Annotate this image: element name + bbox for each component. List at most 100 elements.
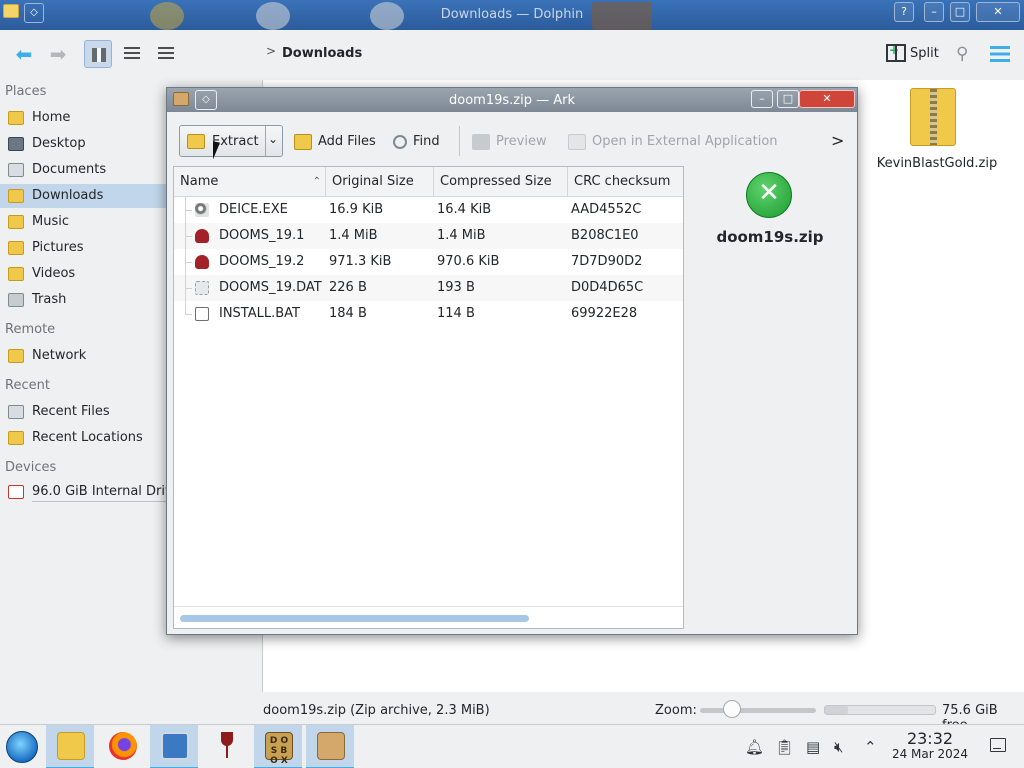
column-header-name[interactable]: Name ⌃ <box>174 167 326 197</box>
ark-close-button[interactable]: ✕ <box>799 90 855 108</box>
add-files-button[interactable]: Add Files <box>294 132 376 152</box>
breadcrumb-chevron-icon[interactable]: > <box>266 44 276 58</box>
battery-icon[interactable]: ▤ <box>806 738 820 756</box>
place-music[interactable]: Music <box>0 210 168 234</box>
cell-name: DOOMS_19.1 <box>219 228 305 243</box>
task-system-monitor[interactable] <box>150 725 198 768</box>
hamburger-menu-icon[interactable] <box>990 46 1010 62</box>
toolbar-separator <box>459 126 460 156</box>
horizontal-scrollbar[interactable] <box>180 615 529 622</box>
forward-button[interactable]: ➡ <box>44 40 72 68</box>
trash-icon <box>8 293 24 307</box>
search-icon[interactable]: ⚲ <box>956 44 968 64</box>
find-label: Find <box>413 134 440 149</box>
status-text: doom19s.zip (Zip archive, 2.3 MiB) <box>263 703 490 718</box>
chevron-right-icon[interactable]: > <box>831 131 844 150</box>
place-label: Recent Files <box>32 404 110 419</box>
task-firefox[interactable] <box>98 725 146 768</box>
place-label: Downloads <box>32 188 104 203</box>
chevron-up-icon[interactable]: ⌃ <box>864 738 877 756</box>
tree-line <box>185 262 192 263</box>
task-file-manager[interactable] <box>46 725 94 768</box>
maximize-button[interactable]: □ <box>950 2 970 22</box>
preview-icon <box>472 133 490 150</box>
compact-view-icon <box>124 47 140 61</box>
task-ark[interactable] <box>306 725 354 768</box>
arrow-left-icon: ⬅ <box>15 42 33 66</box>
find-icon <box>393 134 407 149</box>
place-home[interactable]: Home <box>0 106 168 130</box>
table-row[interactable]: INSTALL.BAT 184 B 114 B 69922E28 <box>174 301 683 327</box>
column-header-original-size[interactable]: Original Size <box>326 167 434 197</box>
start-menu-button[interactable] <box>6 731 38 763</box>
firefox-icon <box>109 732 137 760</box>
dosbox-icon: D OS BO X <box>265 732 293 766</box>
column-header-crc[interactable]: CRC checksum <box>568 167 683 197</box>
clipboard-icon[interactable]: 📋︎ <box>775 738 794 756</box>
place-documents[interactable]: Documents <box>0 158 168 182</box>
split-button[interactable]: Split <box>886 43 939 66</box>
pictures-folder-icon <box>8 241 24 255</box>
extract-icon <box>187 134 205 149</box>
ark-toolbar: Extract ⌄ Add Files Find Preview Open in… <box>167 112 857 170</box>
split-view-icon <box>886 43 906 62</box>
zoom-slider[interactable] <box>700 708 816 713</box>
compact-view-button[interactable] <box>118 40 146 68</box>
place-recent-locations[interactable]: Recent Locations <box>0 426 168 450</box>
clock-time[interactable]: 23:32 <box>902 729 958 748</box>
place-recent-files[interactable]: Recent Files <box>0 400 168 424</box>
table-row[interactable]: DOOMS_19.2 971.3 KiB 970.6 KiB 7D7D90D2 <box>174 249 683 275</box>
cell-original-size: 1.4 MiB <box>329 228 378 243</box>
task-wine[interactable] <box>202 725 250 768</box>
column-label: Original Size <box>332 174 414 189</box>
zip-folder-icon[interactable] <box>910 88 956 146</box>
chevron-down-icon[interactable]: ⌄ <box>268 132 278 146</box>
back-button[interactable]: ⬅ <box>10 40 38 68</box>
archive-name: doom19s.zip <box>716 228 824 246</box>
place-desktop[interactable]: Desktop <box>0 132 168 156</box>
close-button[interactable]: ✕ <box>976 2 1020 22</box>
preview-button[interactable]: Preview <box>472 132 547 152</box>
ark-maximize-button[interactable]: □ <box>777 90 799 108</box>
place-downloads[interactable]: Downloads <box>0 184 168 208</box>
add-files-label: Add Files <box>318 134 376 149</box>
zoom-slider-handle[interactable] <box>723 700 741 718</box>
ark-minimize-button[interactable]: – <box>751 90 773 108</box>
table-row[interactable]: DOOMS_19.1 1.4 MiB 1.4 MiB B208C1E0 <box>174 223 683 249</box>
separator <box>265 126 266 156</box>
mouse-cursor <box>213 141 220 161</box>
volume-muted-icon[interactable]: 🔇︎ <box>834 738 843 756</box>
add-files-icon <box>294 133 312 150</box>
open-external-button[interactable]: Open in External Application <box>568 132 778 152</box>
cell-compressed-size: 1.4 MiB <box>437 228 486 243</box>
place-pictures[interactable]: Pictures <box>0 236 168 260</box>
cell-original-size: 226 B <box>329 280 367 295</box>
dolphin-titlebar: ◇ Downloads — Dolphin ? – □ ✕ <box>0 0 1024 30</box>
minimize-button[interactable]: – <box>924 2 944 22</box>
details-view-button[interactable] <box>152 40 180 68</box>
clock-date[interactable]: 24 Mar 2024 <box>886 747 974 761</box>
file-item-label[interactable]: KevinBlastGold.zip <box>870 156 1004 171</box>
archive-tools-icon <box>746 172 792 218</box>
place-label: Music <box>32 214 69 229</box>
tree-line <box>185 288 192 289</box>
scrollbar-track <box>174 606 683 607</box>
place-network[interactable]: Network <box>0 344 168 368</box>
find-button[interactable]: Find <box>393 132 440 152</box>
breadcrumb[interactable]: Downloads <box>282 46 362 61</box>
place-videos[interactable]: Videos <box>0 262 168 286</box>
help-button[interactable]: ? <box>894 2 914 22</box>
place-trash[interactable]: Trash <box>0 288 168 312</box>
details-view-icon <box>158 47 174 61</box>
icons-view-button[interactable] <box>84 40 112 68</box>
extract-button[interactable]: Extract ⌄ <box>179 125 283 157</box>
task-dosbox[interactable]: D OS BO X <box>254 725 302 768</box>
cell-original-size: 16.9 KiB <box>329 202 384 217</box>
column-header-compressed-size[interactable]: Compressed Size <box>434 167 568 197</box>
table-row[interactable]: DOOMS_19.DAT 226 B 193 B D0D4D65C <box>174 275 683 301</box>
notifications-icon[interactable]: 🔔︎ <box>745 738 764 756</box>
table-row[interactable]: DEICE.EXE 16.9 KiB 16.4 KiB AAD4552C <box>174 197 683 223</box>
drive-capacity-bar <box>32 501 168 502</box>
show-desktop-icon[interactable] <box>990 738 1006 752</box>
archive-file-list[interactable]: Name ⌃ Original Size Compressed Size CRC … <box>173 166 684 629</box>
